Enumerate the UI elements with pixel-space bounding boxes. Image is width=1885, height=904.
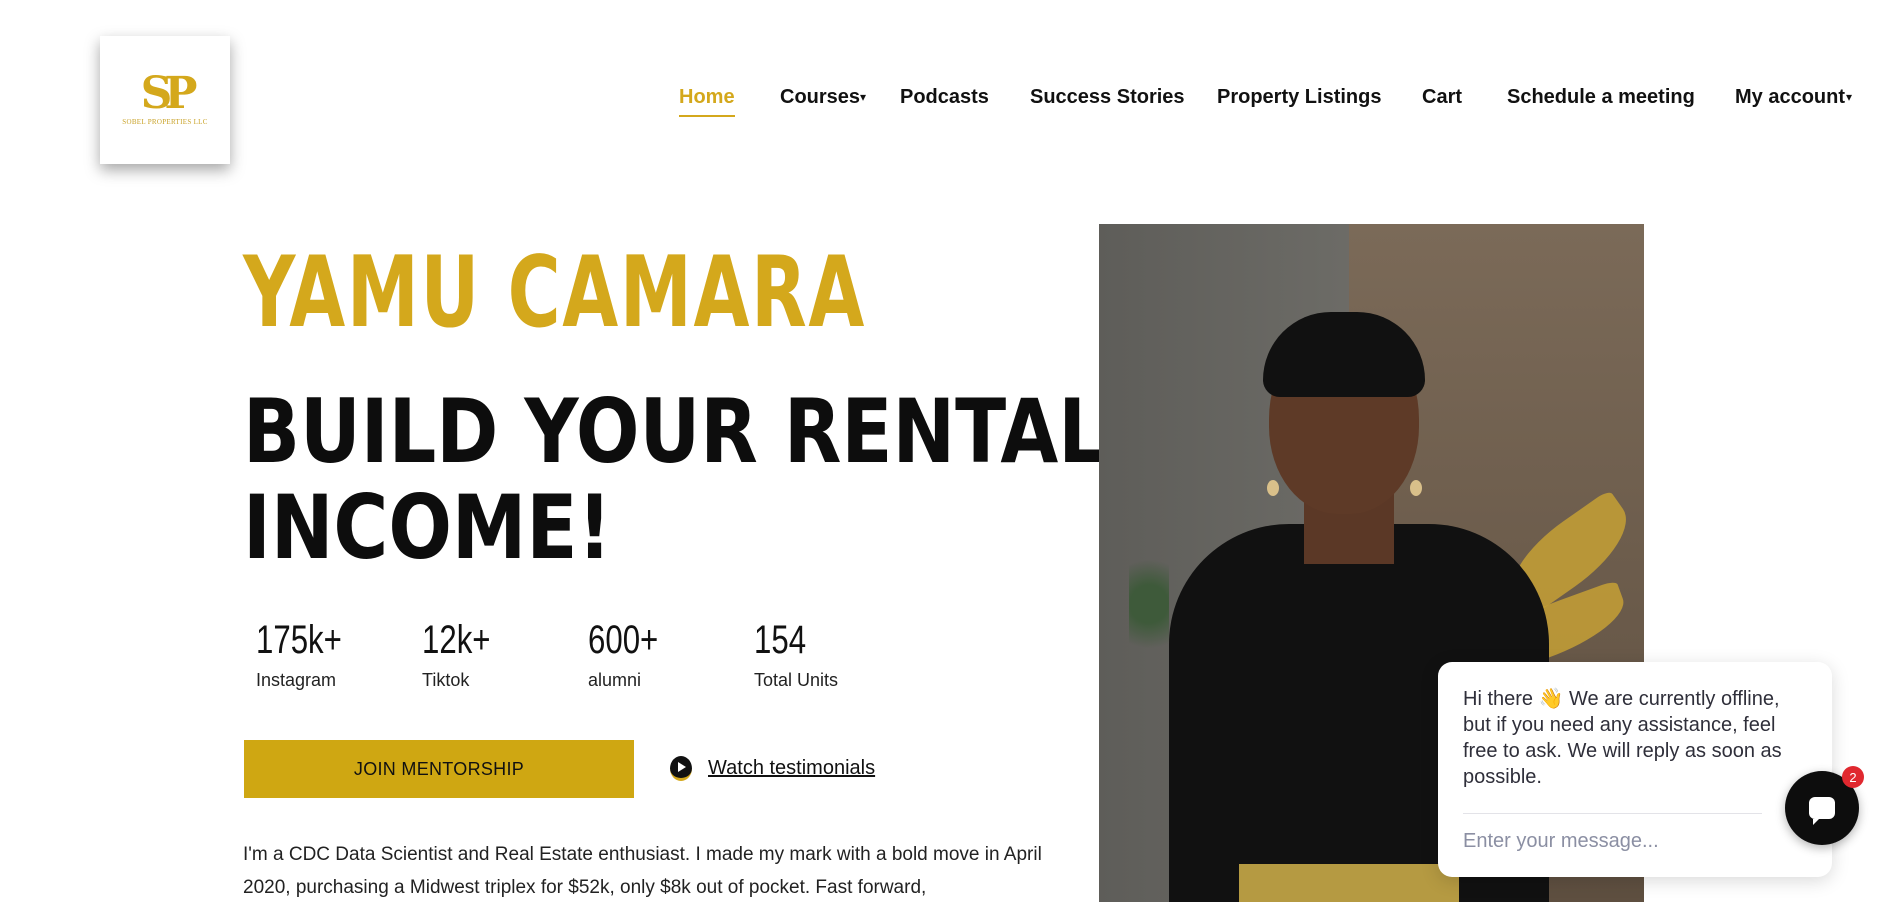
stat-value: 600+: [588, 618, 659, 662]
photo-earring: [1410, 480, 1422, 496]
nav-item-success-stories[interactable]: Success Stories: [1030, 86, 1185, 109]
headline-line-2: INCOME!: [243, 476, 612, 579]
courses-caret-icon[interactable]: ▾: [860, 90, 866, 104]
chat-divider: [1463, 813, 1762, 814]
watch-testimonials-label[interactable]: Watch testimonials: [708, 757, 875, 780]
stat-label: Tiktok: [422, 670, 470, 690]
nav-item-my-account[interactable]: My account: [1735, 86, 1845, 109]
photo-plant: [1129, 544, 1169, 664]
join-mentorship-button[interactable]: JOIN MENTORSHIP: [244, 740, 634, 798]
nav-item-cart[interactable]: Cart: [1422, 86, 1462, 109]
photo-skirt: [1239, 864, 1459, 902]
chat-message-input[interactable]: [1463, 830, 1763, 853]
stat-value: 12k+: [422, 618, 491, 662]
hero-headline: BUILD YOUR RENTAL INCOME!: [243, 384, 1106, 576]
nav-item-courses[interactable]: Courses: [780, 86, 860, 109]
chat-popup: Hi there 👋 We are currently offline, but…: [1438, 662, 1832, 877]
photo-earring: [1267, 480, 1279, 496]
stat-tiktok: 12k+ Tiktok: [422, 618, 510, 691]
play-icon[interactable]: [670, 756, 692, 781]
chat-icon: [1809, 797, 1835, 825]
chat-message: Hi there 👋 We are currently offline, but…: [1463, 688, 1782, 788]
stat-label: alumni: [588, 670, 642, 690]
stat-value: 154: [754, 618, 807, 662]
watch-testimonials-link[interactable]: Watch testimonials: [670, 756, 875, 781]
nav-item-podcasts[interactable]: Podcasts: [900, 86, 989, 109]
headline-line-1: BUILD YOUR RENTAL: [243, 380, 1106, 483]
stat-total-units: 154 Total Units: [754, 618, 838, 691]
main-nav: Home Courses ▾ Podcasts Success Stories …: [0, 86, 1885, 117]
hero-name: YAMU CAMARA: [243, 236, 867, 350]
stat-value: 175k+: [256, 618, 342, 662]
nav-item-home[interactable]: Home: [679, 86, 735, 117]
stat-instagram: 175k+ Instagram: [256, 618, 366, 691]
nav-item-schedule-meeting[interactable]: Schedule a meeting: [1507, 86, 1695, 109]
stat-label: Total Units: [754, 670, 839, 690]
stat-label: Instagram: [256, 670, 337, 690]
nav-item-property-listings[interactable]: Property Listings: [1217, 86, 1381, 109]
stat-alumni: 600+ alumni: [588, 618, 678, 691]
account-caret-icon[interactable]: ▾: [1846, 90, 1852, 104]
bio-text: I'm a CDC Data Scientist and Real Estate…: [243, 844, 1042, 898]
chat-unread-badge: 2: [1842, 766, 1864, 788]
logo-text: SOBEL PROPERTIES LLC: [122, 118, 208, 126]
